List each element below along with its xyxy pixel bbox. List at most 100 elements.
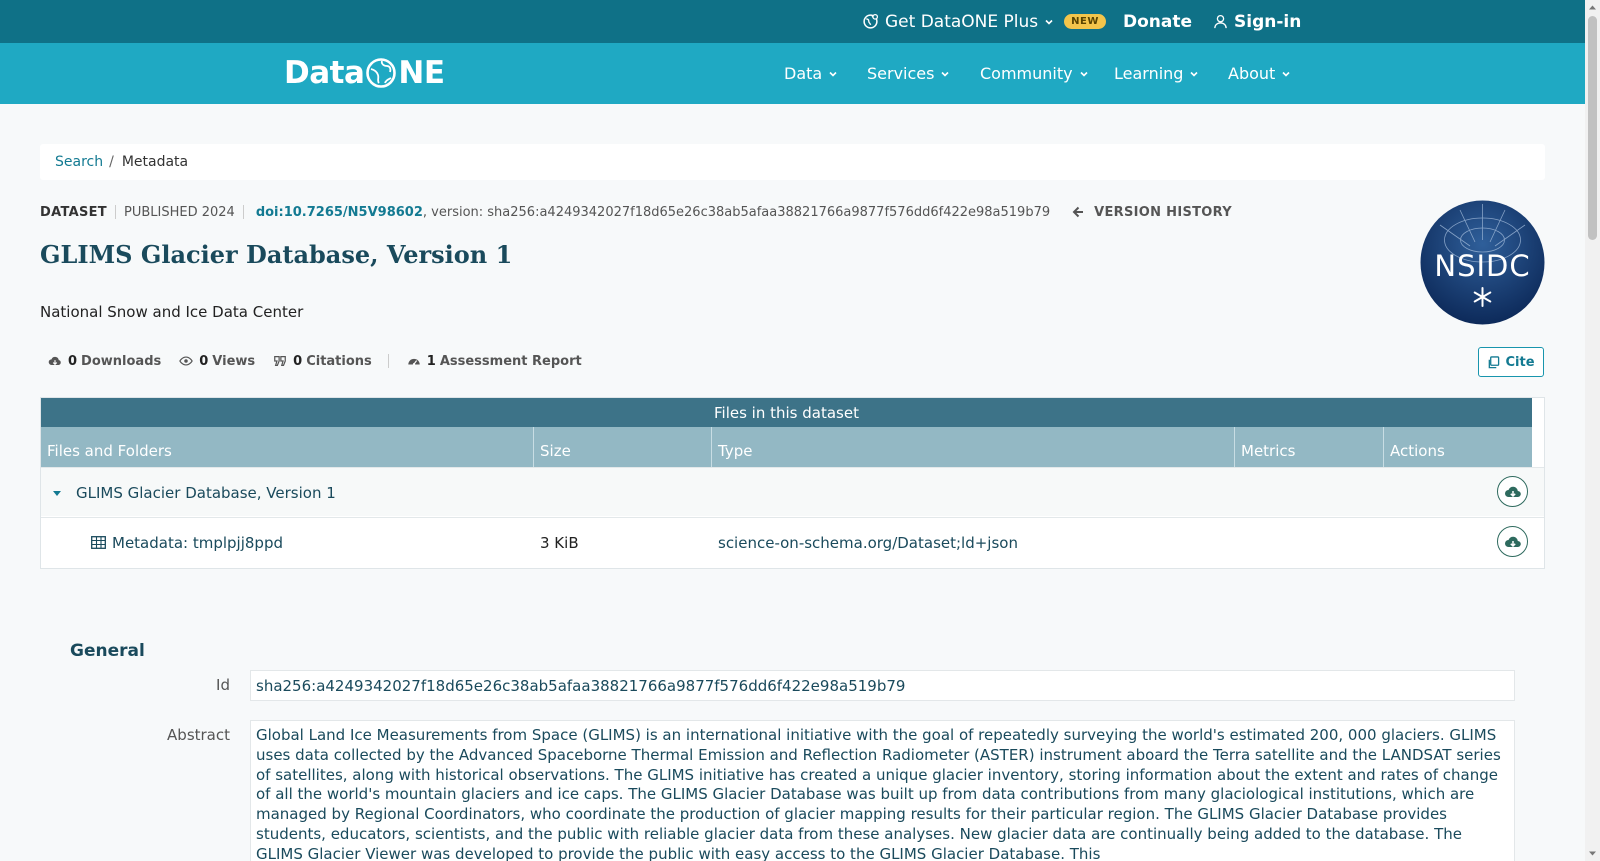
- cloud-download-icon: [48, 356, 61, 366]
- main-navbar: Data NE Data Services Community Learning…: [0, 43, 1585, 104]
- donate-link[interactable]: Donate: [1123, 0, 1192, 43]
- chevron-down-icon: [1080, 71, 1088, 77]
- download-folder-button[interactable]: [1497, 476, 1528, 507]
- downloads-count: 0: [68, 353, 78, 369]
- views-label: Views: [212, 353, 256, 369]
- nsidc-logo: NSIDC: [1420, 200, 1545, 325]
- dataset-info-line: DATASET PUBLISHED 2024 doi:10.7265/N5V98…: [40, 204, 1232, 220]
- nav-services-label: Services: [867, 64, 935, 83]
- file-type: science-on-schema.org/Dataset;ld+json: [718, 533, 1018, 552]
- assessment-label: Assessment Report: [439, 353, 582, 369]
- doi-link[interactable]: doi:10.7265/N5V98602: [256, 205, 423, 220]
- column-header-metrics: Metrics: [1235, 427, 1384, 467]
- citations-label: Citations: [306, 353, 372, 369]
- chevron-down-icon: [1045, 19, 1053, 25]
- divider: [242, 205, 244, 219]
- file-name-cell[interactable]: Metadata: tmplpjj8ppd: [91, 518, 283, 567]
- nav-learning[interactable]: Learning: [1114, 43, 1199, 104]
- cite-label: Cite: [1505, 354, 1535, 370]
- dataset-kind: DATASET: [40, 204, 107, 220]
- abstract-text: Global Land Ice Measurements from Space …: [250, 720, 1515, 861]
- table-row[interactable]: GLIMS Glacier Database, Version 1: [41, 467, 1544, 516]
- gauge-icon: [408, 358, 420, 366]
- id-label: Id: [216, 676, 230, 694]
- column-header-type[interactable]: Type: [712, 427, 1235, 467]
- scroll-down-icon[interactable]: [1588, 849, 1597, 858]
- chevron-down-icon: [941, 71, 950, 77]
- column-header-actions: Actions: [1390, 442, 1445, 460]
- dataset-organization: National Snow and Ice Data Center: [40, 303, 304, 321]
- logo-text-left: Data: [284, 55, 365, 91]
- quote-icon: [274, 356, 287, 366]
- folder-toggle[interactable]: [52, 468, 62, 517]
- cloud-download-icon: [1504, 536, 1521, 547]
- dataset-title: GLIMS Glacier Database, Version 1: [40, 240, 513, 269]
- downloads-label: Downloads: [81, 353, 162, 369]
- file-name: Metadata: tmplpjj8ppd: [112, 533, 283, 552]
- files-table: Files in this dataset Files and Folders …: [40, 397, 1545, 569]
- chevron-down-icon: [1282, 71, 1290, 77]
- get-dataone-plus-menu[interactable]: Get DataONE Plus NEW: [862, 0, 1106, 43]
- nav-about[interactable]: About: [1228, 43, 1291, 104]
- eye-icon: [179, 356, 194, 366]
- sign-in-link[interactable]: Sign-in: [1213, 0, 1301, 43]
- general-section-title: General: [70, 641, 145, 661]
- nav-learning-label: Learning: [1114, 64, 1184, 83]
- arrow-left-icon: [1072, 206, 1084, 218]
- files-table-header: Files and Folders Size Type Metrics Acti…: [41, 427, 1532, 467]
- citations-metric[interactable]: 0 Citations: [273, 354, 372, 369]
- folder-name[interactable]: GLIMS Glacier Database, Version 1: [76, 468, 336, 517]
- sign-in-label: Sign-in: [1234, 11, 1302, 32]
- file-size: 3 KiB: [540, 533, 579, 552]
- breadcrumb-search-link[interactable]: Search: [55, 154, 103, 170]
- version-text: , version: sha256:a4249342027f18d65e26c3…: [422, 204, 1051, 220]
- user-icon: [1214, 14, 1227, 29]
- table-icon: [91, 536, 106, 549]
- nav-services[interactable]: Services: [867, 43, 950, 104]
- id-value: sha256:a4249342027f18d65e26c38ab5afaa388…: [250, 670, 1515, 701]
- page-scrollbar[interactable]: [1585, 0, 1600, 861]
- top-utility-bar: Get DataONE Plus NEW Donate Sign-in: [0, 0, 1585, 43]
- version-history-label: VERSION HISTORY: [1094, 204, 1232, 220]
- nav-data-label: Data: [784, 64, 823, 83]
- scroll-up-icon[interactable]: [1588, 3, 1597, 12]
- divider: [387, 354, 389, 368]
- abstract-label: Abstract: [167, 726, 230, 744]
- caret-down-icon: [53, 490, 61, 496]
- assessment-count: 1: [426, 353, 436, 369]
- get-dataone-plus-label: Get DataONE Plus: [885, 11, 1039, 32]
- column-header-files[interactable]: Files and Folders: [41, 427, 534, 467]
- breadcrumb-current: Metadata: [121, 154, 189, 170]
- scrollbar-thumb[interactable]: [1588, 16, 1597, 240]
- chevron-down-icon: [1190, 71, 1199, 77]
- chevron-down-icon: [829, 71, 837, 77]
- nav-about-label: About: [1228, 64, 1276, 83]
- metrics-row: 0 Downloads 0 Views 0 Citations 1 Assess…: [48, 352, 600, 370]
- downloads-metric[interactable]: 0 Downloads: [48, 354, 161, 369]
- breadcrumb-separator: /: [109, 154, 114, 170]
- globe-o-icon: [366, 58, 397, 88]
- dataone-logo[interactable]: Data NE: [284, 53, 445, 93]
- citations-count: 0: [293, 353, 303, 369]
- breadcrumb: Search / Metadata: [40, 144, 1545, 180]
- published-year: PUBLISHED 2024: [123, 204, 235, 220]
- nav-community-label: Community: [980, 64, 1073, 83]
- globe-icon: [863, 13, 879, 29]
- views-count: 0: [199, 353, 209, 369]
- download-file-button[interactable]: [1497, 526, 1528, 557]
- logo-text-right: NE: [398, 55, 445, 91]
- nav-community[interactable]: Community: [980, 43, 1089, 104]
- cloud-download-icon: [1504, 486, 1521, 497]
- copy-icon: [1489, 355, 1500, 368]
- new-badge: NEW: [1064, 14, 1106, 29]
- table-row[interactable]: Metadata: tmplpjj8ppd 3 KiB science-on-s…: [41, 517, 1544, 566]
- divider: [114, 205, 116, 219]
- views-metric[interactable]: 0 Views: [179, 354, 255, 369]
- nsidc-logo-text: NSIDC: [1434, 249, 1530, 283]
- version-history-link[interactable]: VERSION HISTORY: [1072, 205, 1232, 220]
- column-header-size[interactable]: Size: [534, 427, 712, 467]
- nav-data[interactable]: Data: [784, 43, 838, 104]
- assessment-metric[interactable]: 1 Assessment Report: [407, 354, 582, 369]
- cite-button[interactable]: Cite: [1478, 347, 1544, 377]
- files-table-caption: Files in this dataset: [41, 398, 1532, 427]
